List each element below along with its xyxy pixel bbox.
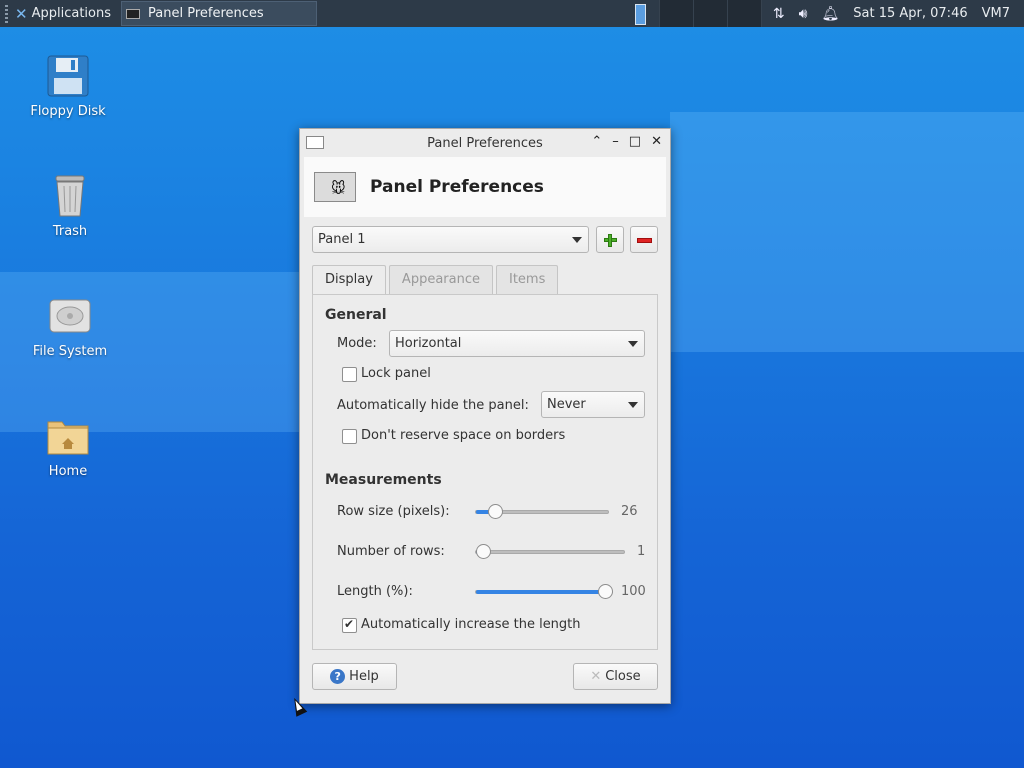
- panel-preferences-icon: 🐭︎: [314, 172, 356, 202]
- workspace-4[interactable]: [728, 0, 762, 27]
- window-icon: [126, 8, 140, 19]
- tab-items[interactable]: Items: [495, 265, 559, 294]
- autohide-select[interactable]: Never: [541, 391, 645, 418]
- measurements-heading: Measurements: [325, 472, 442, 488]
- row-size-value: 26: [621, 504, 638, 519]
- autohide-label: Automatically hide the panel:: [337, 398, 529, 413]
- tab-appearance[interactable]: Appearance: [388, 265, 493, 294]
- desktop-icon-label: Trash: [52, 224, 88, 239]
- slider-handle[interactable]: [598, 584, 613, 599]
- tab-display[interactable]: Display: [312, 265, 386, 295]
- length-slider[interactable]: [475, 584, 613, 599]
- chevron-down-icon: [572, 237, 582, 243]
- add-panel-button[interactable]: [596, 226, 624, 253]
- close-icon[interactable]: ✕: [651, 134, 662, 149]
- remove-panel-button[interactable]: [630, 226, 658, 253]
- shade-icon[interactable]: ⌃: [591, 134, 602, 149]
- tab-bar: Display Appearance Items: [312, 265, 561, 295]
- window-menu-icon[interactable]: [306, 136, 324, 149]
- auto-length-label[interactable]: Automatically increase the length: [361, 617, 581, 632]
- mode-label: Mode:: [337, 336, 377, 351]
- hard-drive-icon: [48, 294, 92, 338]
- home-folder-icon: [46, 414, 90, 458]
- dialog-header-title: Panel Preferences: [370, 177, 544, 197]
- desktop-icon-floppy[interactable]: Floppy Disk: [18, 54, 118, 119]
- mode-select-value: Horizontal: [395, 336, 462, 351]
- panel-preferences-window: Panel Preferences ⌃ – □ ✕ 🐭︎ Panel Prefe…: [299, 128, 671, 704]
- xfce-logo-icon: ✕: [15, 4, 28, 23]
- mode-select[interactable]: Horizontal: [389, 330, 645, 357]
- trash-icon: [48, 174, 92, 218]
- workspace-1[interactable]: [626, 0, 660, 27]
- row-size-label: Row size (pixels):: [337, 504, 450, 519]
- rows-value: 1: [637, 544, 646, 559]
- volume-icon[interactable]: 🔊︎: [799, 6, 808, 22]
- system-tray: ⇅ 🔊︎ 🔔︎ Sat 15 Apr, 07:46 VM7: [773, 0, 1024, 27]
- desktop-band: [670, 112, 1024, 352]
- auto-length-checkbox[interactable]: [342, 617, 357, 633]
- desktop-icon-label: Home: [48, 464, 88, 479]
- rows-slider[interactable]: [475, 544, 625, 559]
- desktop-icon-label: File System: [32, 344, 108, 359]
- applications-menu-button[interactable]: ✕ Applications: [11, 0, 115, 27]
- slider-fill: [476, 590, 605, 594]
- slider-handle[interactable]: [488, 504, 503, 519]
- minimize-icon[interactable]: –: [612, 134, 619, 149]
- taskbar-window-title: Panel Preferences: [148, 6, 264, 21]
- display-tab-content: General Mode: Horizontal Lock panel Auto…: [312, 294, 658, 650]
- desktop-icon-label: Floppy Disk: [30, 104, 106, 119]
- user-label[interactable]: VM7: [982, 6, 1010, 21]
- window-titlebar[interactable]: Panel Preferences ⌃ – □ ✕: [300, 129, 670, 157]
- row-size-slider[interactable]: [475, 504, 609, 519]
- chevron-down-icon: [628, 402, 638, 408]
- minus-icon: [637, 238, 652, 243]
- panel-select-value: Panel 1: [318, 232, 366, 247]
- reserve-space-checkbox[interactable]: [342, 429, 357, 444]
- taskbar-window-button[interactable]: Panel Preferences: [121, 1, 317, 26]
- workspace-2[interactable]: [660, 0, 694, 27]
- desktop-icon-home[interactable]: Home: [18, 414, 118, 479]
- desktop-icon-trash[interactable]: Trash: [20, 174, 120, 239]
- maximize-icon[interactable]: □: [629, 134, 641, 149]
- panel-select[interactable]: Panel 1: [312, 226, 589, 253]
- panel-handle[interactable]: [3, 0, 11, 27]
- applications-label: Applications: [31, 6, 111, 21]
- top-panel: ✕ Applications Panel Preferences ⇅ 🔊︎ 🔔︎…: [0, 0, 1024, 27]
- length-value: 100: [621, 584, 646, 599]
- lock-panel-label[interactable]: Lock panel: [361, 366, 431, 381]
- slider-handle[interactable]: [476, 544, 491, 559]
- close-icon: ✕: [590, 669, 602, 684]
- reserve-space-label[interactable]: Don't reserve space on borders: [361, 428, 565, 443]
- length-label: Length (%):: [337, 584, 413, 599]
- network-icon[interactable]: ⇅: [773, 6, 785, 22]
- lock-panel-checkbox[interactable]: [342, 367, 357, 382]
- help-button-label: Help: [349, 669, 379, 684]
- floppy-disk-icon: [46, 54, 90, 98]
- desktop-icon-filesystem[interactable]: File System: [20, 294, 120, 359]
- dialog-header: 🐭︎ Panel Preferences: [304, 157, 666, 217]
- general-heading: General: [325, 307, 387, 323]
- close-button-label: Close: [605, 669, 641, 684]
- workspace-switcher: [626, 0, 762, 27]
- help-icon: ?: [330, 669, 346, 684]
- rows-label: Number of rows:: [337, 544, 445, 559]
- autohide-select-value: Never: [547, 397, 586, 412]
- workspace-3[interactable]: [694, 0, 728, 27]
- help-button[interactable]: ? Help: [312, 663, 397, 690]
- notification-bell-icon[interactable]: 🔔︎: [821, 6, 839, 22]
- close-button[interactable]: ✕ Close: [573, 663, 658, 690]
- clock[interactable]: Sat 15 Apr, 07:46: [853, 6, 967, 21]
- chevron-down-icon: [628, 341, 638, 347]
